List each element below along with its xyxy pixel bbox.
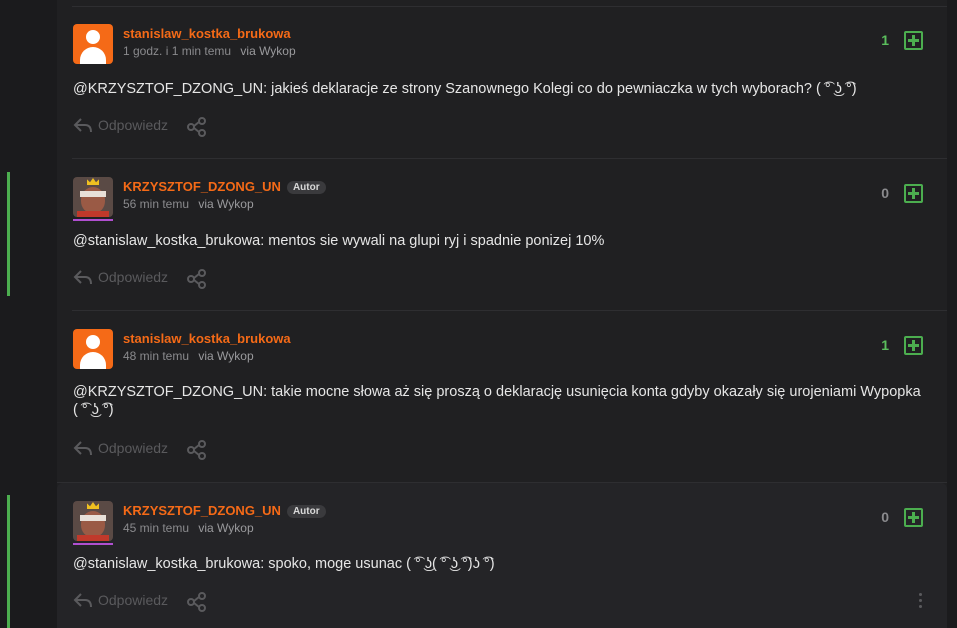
avatar[interactable] xyxy=(73,177,113,217)
plus-square-icon[interactable] xyxy=(904,336,923,355)
plus-square-icon[interactable] xyxy=(904,184,923,203)
user-mention[interactable]: @stanislaw_kostka_brukowa xyxy=(73,233,260,249)
vote-count: 1 xyxy=(881,32,889,48)
comment-body: : spoko, moge usunac ( ͡° ͜ʖ( ͡° ͜ʖ ͡°)ʖ… xyxy=(260,556,495,572)
reply-icon[interactable] xyxy=(73,592,93,610)
source-label[interactable]: via Wykop xyxy=(198,349,253,363)
source-label[interactable]: via Wykop xyxy=(198,197,253,211)
comment-meta: 1 godz. i 1 min temu via Wykop xyxy=(123,44,296,58)
share-icon[interactable] xyxy=(186,116,208,138)
avatar[interactable] xyxy=(73,501,113,541)
author-name[interactable]: stanislaw_kostka_brukowa xyxy=(123,331,291,346)
divider xyxy=(72,310,947,311)
comment-text: @KRZYSZTOF_DZONG_UN: jakieś deklaracje z… xyxy=(73,80,933,98)
timestamp: 1 godz. i 1 min temu xyxy=(123,44,232,58)
more-vertical-icon[interactable] xyxy=(919,593,923,611)
author-name[interactable]: KRZYSZTOF_DZONG_UN Autor xyxy=(123,503,326,518)
vote-count: 0 xyxy=(881,185,889,201)
source-label[interactable]: via Wykop xyxy=(198,521,253,535)
reply-button[interactable]: Odpowiedz xyxy=(98,269,168,285)
comment-item: stanislaw_kostka_brukowa 1 godz. i 1 min… xyxy=(57,24,947,144)
comment-meta: 48 min temu via Wykop xyxy=(123,349,254,363)
reply-button[interactable]: Odpowiedz xyxy=(98,440,168,456)
avatar-underline xyxy=(73,219,113,221)
avatar[interactable] xyxy=(73,24,113,64)
vote-count: 1 xyxy=(881,337,889,353)
comment-body: : takie mocne słowa aż się proszą o dekl… xyxy=(263,384,921,400)
source-label[interactable]: via Wykop xyxy=(240,44,295,58)
comment-item: KRZYSZTOF_DZONG_UN Autor 56 min temu via … xyxy=(57,177,947,297)
timestamp: 56 min temu xyxy=(123,197,190,211)
thread-indicator xyxy=(7,495,10,628)
author-badge: Autor xyxy=(286,181,326,194)
plus-square-icon[interactable] xyxy=(904,508,923,527)
reply-icon[interactable] xyxy=(73,117,93,135)
comment-item: KRZYSZTOF_DZONG_UN Autor 45 min temu via … xyxy=(57,483,947,628)
comment-text: @stanislaw_kostka_brukowa: mentos sie wy… xyxy=(73,232,933,250)
user-mention[interactable]: @stanislaw_kostka_brukowa xyxy=(73,556,260,572)
author-name-label[interactable]: KRZYSZTOF_DZONG_UN xyxy=(123,179,281,194)
comment-body-line2: ( ͡° ͜ʖ ͡°) xyxy=(73,402,114,418)
vote-count: 0 xyxy=(881,509,889,525)
share-icon[interactable] xyxy=(186,268,208,290)
author-name-label[interactable]: KRZYSZTOF_DZONG_UN xyxy=(123,503,281,518)
timestamp: 45 min temu xyxy=(123,521,190,535)
comment-text: @stanislaw_kostka_brukowa: spoko, moge u… xyxy=(73,555,933,573)
comment-body: : mentos sie wywali na glupi ryj i spadn… xyxy=(260,233,605,249)
author-name[interactable]: stanislaw_kostka_brukowa xyxy=(123,26,291,41)
share-icon[interactable] xyxy=(186,439,208,461)
comment-meta: 56 min temu via Wykop xyxy=(123,197,254,211)
user-mention[interactable]: @KRZYSZTOF_DZONG_UN xyxy=(73,384,263,400)
thread-indicator xyxy=(7,172,10,296)
author-name[interactable]: KRZYSZTOF_DZONG_UN Autor xyxy=(123,179,326,194)
timestamp: 48 min temu xyxy=(123,349,190,363)
reply-button[interactable]: Odpowiedz xyxy=(98,592,168,608)
user-mention[interactable]: @KRZYSZTOF_DZONG_UN xyxy=(73,81,263,97)
divider xyxy=(72,6,947,7)
comment-item: stanislaw_kostka_brukowa 48 min temu via… xyxy=(57,329,947,469)
reply-icon[interactable] xyxy=(73,440,93,458)
reply-icon[interactable] xyxy=(73,269,93,287)
avatar[interactable] xyxy=(73,329,113,369)
comment-meta: 45 min temu via Wykop xyxy=(123,521,254,535)
author-badge: Autor xyxy=(286,505,326,518)
share-icon[interactable] xyxy=(186,591,208,613)
divider xyxy=(72,158,947,159)
reply-button[interactable]: Odpowiedz xyxy=(98,117,168,133)
plus-square-icon[interactable] xyxy=(904,31,923,50)
comment-body: : jakieś deklaracje ze strony Szanownego… xyxy=(263,81,857,97)
comment-text: @KRZYSZTOF_DZONG_UN: takie mocne słowa a… xyxy=(73,383,933,419)
avatar-underline xyxy=(73,543,113,545)
